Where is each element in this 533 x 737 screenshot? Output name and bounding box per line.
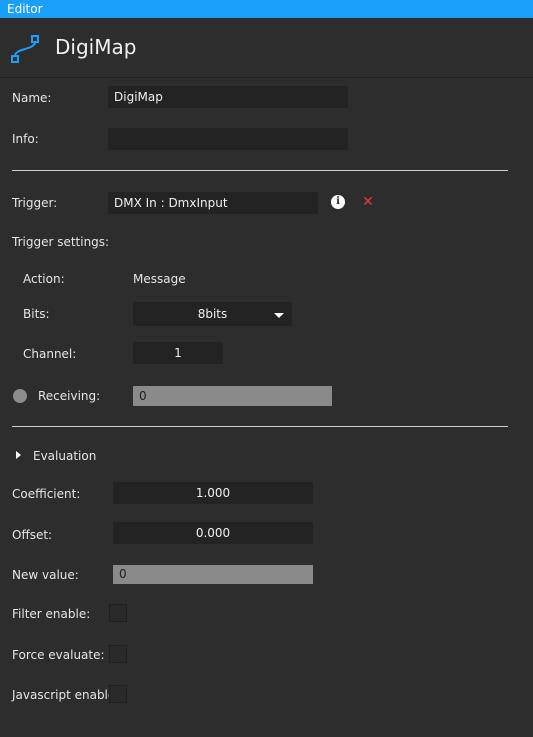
- offset-label: Offset:: [12, 528, 53, 542]
- action-label: Action:: [23, 272, 65, 286]
- trigger-settings-label: Trigger settings:: [12, 235, 110, 249]
- offset-field[interactable]: 0.000: [113, 522, 313, 544]
- window-title: Editor: [7, 2, 43, 16]
- trigger-label: Trigger:: [12, 196, 58, 210]
- header-divider: [0, 77, 533, 78]
- action-value: Message: [133, 272, 186, 286]
- force-evaluate-checkbox[interactable]: [109, 645, 127, 663]
- name-field[interactable]: DigiMap: [108, 86, 348, 108]
- javascript-enable-checkbox[interactable]: [109, 685, 127, 703]
- receiving-label: Receiving:: [38, 389, 101, 403]
- trigger-field[interactable]: DMX In : DmxInput: [108, 192, 318, 214]
- expand-arrow-icon[interactable]: [16, 451, 21, 459]
- receiving-indicator-icon: [13, 389, 27, 403]
- filter-enable-label: Filter enable:: [12, 607, 91, 621]
- bits-selected: 8bits: [197, 307, 228, 321]
- info-field[interactable]: [108, 128, 348, 150]
- info-icon[interactable]: i: [331, 195, 345, 209]
- node-link-icon: [11, 35, 39, 63]
- channel-label: Channel:: [23, 347, 77, 361]
- section-divider-2: [12, 426, 508, 427]
- force-evaluate-label: Force evaluate:: [12, 648, 105, 662]
- page-title: DigiMap: [55, 35, 137, 59]
- chevron-down-icon: [274, 313, 284, 318]
- info-label: Info:: [12, 132, 39, 146]
- receiving-field: 0: [133, 386, 332, 406]
- channel-field[interactable]: 1: [133, 342, 223, 364]
- bits-label: Bits:: [23, 307, 50, 321]
- filter-enable-checkbox[interactable]: [109, 604, 127, 622]
- bits-dropdown[interactable]: 8bits: [133, 302, 292, 326]
- window-titlebar: Editor: [0, 0, 533, 18]
- new-value-field: 0: [113, 565, 313, 584]
- coefficient-label: Coefficient:: [12, 487, 81, 501]
- coefficient-field[interactable]: 1.000: [113, 482, 313, 504]
- new-value-label: New value:: [12, 568, 79, 582]
- name-label: Name:: [12, 91, 52, 105]
- remove-trigger-icon[interactable]: ✕: [361, 195, 375, 209]
- javascript-enable-label: Javascript enable:: [12, 688, 120, 702]
- section-divider: [12, 170, 508, 171]
- evaluation-toggle[interactable]: Evaluation: [33, 449, 96, 463]
